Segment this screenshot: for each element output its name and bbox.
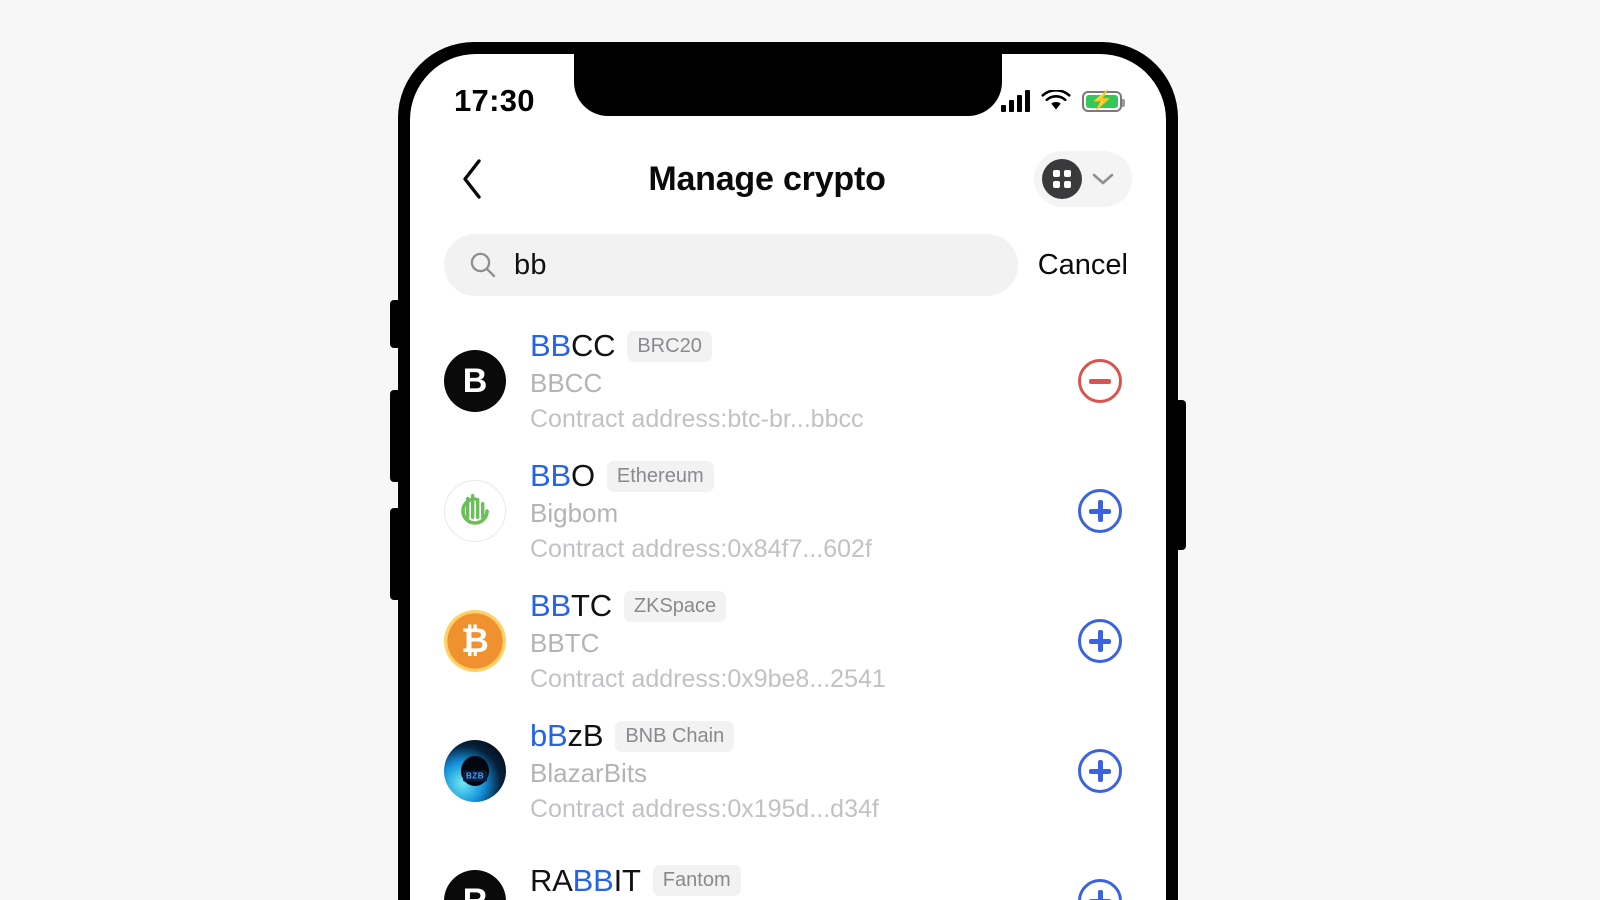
token-title-row: RABBIT Fantom [530,863,1054,899]
chevron-down-icon [1092,173,1114,185]
token-contract-address: Contract address:0x9be8...2541 [530,665,886,693]
token-name: Bigbom [530,498,619,528]
token-icon-letter: ₿ [461,621,489,660]
screenshot-canvas: 17:30 ⚡ Manage crypto bb Cancel B BBCC B… [0,0,1600,900]
token-symbol-match: BB [530,458,571,493]
plus-icon [1089,760,1111,782]
add-token-button[interactable] [1078,489,1122,533]
blazarbits-token-icon: BZB [444,740,506,802]
plus-icon [1089,890,1111,900]
phone-volume-up-button[interactable] [390,508,402,600]
phone-notch [574,54,1002,116]
grid-apps-icon [1042,159,1082,199]
token-icon-letter: B [462,361,488,400]
bigbom-logo-icon [461,494,489,525]
token-list-item[interactable]: R RABBIT Fantom Rabbit Coin [444,836,1132,900]
bigbom-token-icon [444,480,506,542]
token-contract-address: Contract address:0x84f7...602f [530,535,872,563]
token-chain-badge: BRC20 [627,330,712,362]
token-info: BBTC ZKSpace BBTC Contract address:0x9be… [530,588,1054,694]
token-symbol-suffix: O [570,458,595,493]
phone-power-button[interactable] [1174,400,1186,550]
wallet-switcher-button[interactable] [1034,151,1132,207]
bbcc-token-icon: B [444,350,506,412]
nav-header: Manage crypto [410,130,1166,228]
token-list-item[interactable]: BBO Ethereum Bigbom Contract address:0x8… [444,446,1132,576]
status-bar-time: 17:30 [454,83,535,118]
token-name: BBTC [530,628,600,658]
token-list: B BBCC BRC20 BBCC Contract address:btc-b… [410,316,1166,900]
token-contract-address: Contract address:btc-br...bbcc [530,405,864,433]
token-title-row: BBO Ethereum [530,458,1054,494]
token-icon-letter: R [463,882,488,900]
cellular-signal-icon [1001,90,1030,112]
token-symbol-match: bB [530,718,568,753]
token-title-row: BBTC ZKSpace [530,588,1054,624]
token-info: RABBIT Fantom Rabbit Coin [530,863,1054,900]
token-symbol: RABBIT [530,863,641,899]
battery-charging-icon: ⚡ [1082,90,1125,112]
token-info: bBzB BNB Chain BlazarBits Contract addre… [530,718,1054,824]
back-button[interactable] [444,151,500,207]
token-symbol-suffix: CC [570,328,616,363]
token-symbol-match: BB [530,588,571,623]
token-name: BlazarBits [530,758,648,788]
add-token-button[interactable] [1078,619,1122,663]
token-chain-badge: Fantom [652,865,741,896]
status-bar-indicators: ⚡ [1001,90,1125,112]
token-symbol-suffix: IT [613,862,641,898]
token-chain-badge: ZKSpace [623,590,727,622]
token-contract-address: Contract address:0x195d...d34f [530,795,879,823]
token-chain-badge: Ethereum [606,460,714,492]
rabbit-token-icon: R [444,870,506,900]
page-title: Manage crypto [648,159,886,198]
chevron-left-icon [463,159,481,199]
cancel-search-button[interactable]: Cancel [1038,249,1132,282]
token-name: BBCC [530,368,603,398]
token-symbol: BBO [530,458,595,494]
token-list-item[interactable]: ₿ BBTC ZKSpace BBTC Contract address:0x9… [444,576,1132,706]
token-symbol: BBTC [530,588,612,624]
plus-icon [1089,500,1111,522]
add-token-button[interactable] [1078,749,1122,793]
search-input[interactable]: bb [444,234,1018,296]
token-symbol-prefix: RA [530,862,573,898]
wifi-icon [1041,90,1071,110]
remove-token-button[interactable] [1078,359,1122,403]
search-icon [470,252,496,278]
token-symbol-suffix: zB [567,718,604,753]
phone-volume-down-button[interactable] [390,390,402,482]
token-symbol-match: BB [572,862,614,898]
token-list-item[interactable]: BZB bBzB BNB Chain BlazarBits Contract a… [444,706,1132,836]
token-symbol: bBzB [530,718,604,754]
token-symbol-match: BB [530,328,571,363]
token-info: BBO Ethereum Bigbom Contract address:0x8… [530,458,1054,564]
token-symbol: BBCC [530,328,616,364]
search-row: bb Cancel [410,234,1166,296]
bbtc-token-icon: ₿ [444,610,506,672]
phone-mute-switch[interactable] [390,300,402,348]
token-icon-letter: BZB [463,770,487,782]
phone-screen: 17:30 ⚡ Manage crypto bb Cancel B BBCC B… [410,54,1166,900]
plus-icon [1089,630,1111,652]
token-list-item[interactable]: B BBCC BRC20 BBCC Contract address:btc-b… [444,316,1132,446]
token-chain-badge: BNB Chain [615,720,735,752]
token-symbol-suffix: TC [570,588,612,623]
add-token-button[interactable] [1078,879,1122,900]
token-title-row: bBzB BNB Chain [530,718,1054,754]
token-info: BBCC BRC20 BBCC Contract address:btc-br.… [530,328,1054,434]
search-input-value: bb [514,248,547,281]
token-title-row: BBCC BRC20 [530,328,1054,364]
minus-icon [1089,378,1111,384]
